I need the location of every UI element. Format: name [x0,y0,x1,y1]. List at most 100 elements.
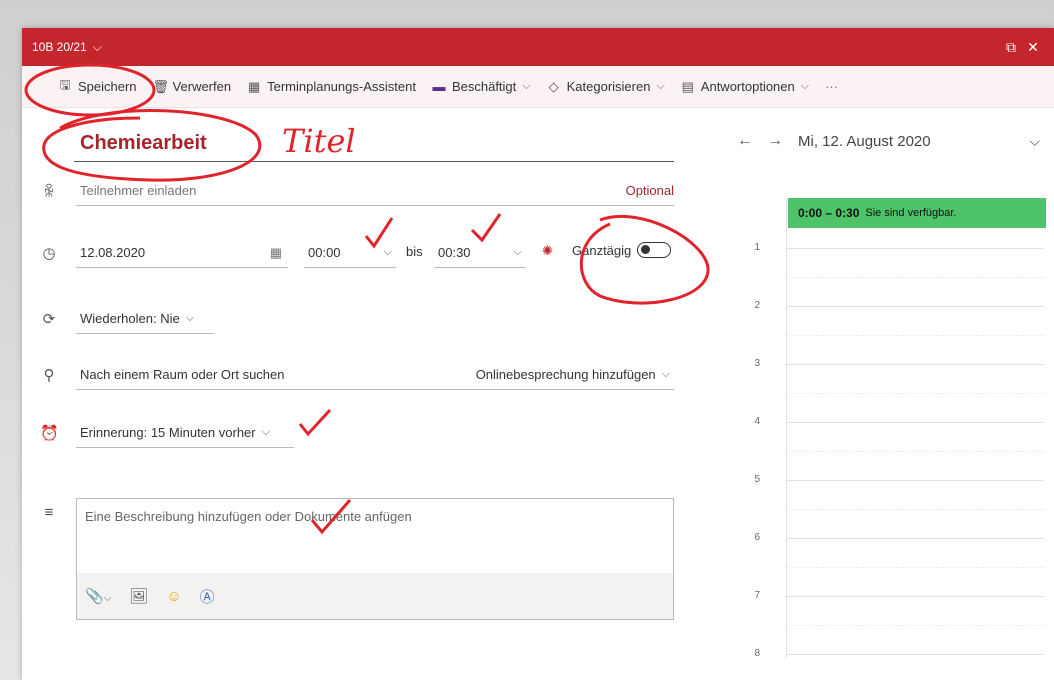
hour-label: 2 [754,300,760,311]
attendees-row: ꆜ Teilnehmer einladen Optional [22,176,682,206]
previous-day-arrow-icon[interactable]: ← [730,132,760,150]
hour-label: 1 [754,242,760,253]
chevron-down-icon: ⌵ [383,246,392,258]
chevron-down-icon: ⌵ [513,246,522,258]
to-label: bis [406,244,423,259]
start-date-picker[interactable]: 12.08.2020 ▦ [76,238,288,268]
reminder-dropdown[interactable]: Erinnerung: 15 Minuten vorher ⌵ [76,418,294,448]
start-time-select[interactable]: 00:00 ⌵ [304,238,396,268]
title-bar: 10B 20/21 ⌵ ⧉ ✕ [22,28,1054,66]
calendar-name: 10B 20/21 [32,40,87,54]
hour-line [786,248,1044,249]
description-editor[interactable]: Eine Beschreibung hinzufügen oder Dokume… [76,498,674,620]
more-options-button[interactable]: ··· [825,79,838,94]
all-day-label: Ganztägig [572,242,632,258]
hour-label: 3 [754,358,760,369]
scheduling-label: Terminplanungs-Assistent [267,79,416,94]
online-meeting-label: Onlinebesprechung hinzufügen [475,367,656,382]
half-hour-line [786,277,1044,278]
save-label: Speichern [78,79,137,94]
hour-line [786,422,1044,423]
categorize-dropdown[interactable]: ◇ Kategorisieren ⌵ [547,79,665,95]
calendar-date: Mi, 12. August 2020 [798,132,931,150]
response-options-dropdown[interactable]: ▤ Antwortoptionen ⌵ [681,79,809,95]
location-input[interactable]: Nach einem Raum oder Ort suchen Onlinebe… [76,360,674,390]
event-editor-window: 10B 20/21 ⌵ ⧉ ✕ 🖫 Speichern 🗑 Verwerfen ▦ T… [22,28,1054,680]
time-zone-icon[interactable]: ✺ [542,243,553,259]
next-day-arrow-icon[interactable]: → [760,132,790,150]
attendees-input[interactable]: Teilnehmer einladen Optional [76,176,674,206]
description-placeholder: Eine Beschreibung hinzufügen oder Dokume… [85,509,412,524]
busy-label: Beschäftigt [451,79,517,94]
repeat-row: ⟳ Wiederholen: Nie ⌵ [22,304,682,334]
event-status: Sie sind verfügbar. [865,207,957,219]
hour-label: 4 [754,416,760,427]
day-calendar-pane: ← → Mi, 12. August 2020 ⌵ 0:00 – 0:30 Si… [730,108,1054,680]
start-date-value: 12.08.2020 [80,245,146,260]
event-form: Chemiearbeit ꆜ Teilnehmer einladen Optio… [22,108,712,680]
online-meeting-dropdown[interactable]: Onlinebesprechung hinzufügen ⌵ [476,367,670,382]
hour-line [786,364,1044,365]
hour-line [786,306,1044,307]
command-bar: 🖫 Speichern 🗑 Verwerfen ▦ Terminplanungs-As… [22,66,1054,108]
busy-status-icon: ▬ [432,79,446,94]
hour-label: 6 [754,532,760,543]
more-icon: ··· [825,79,839,94]
repeat-dropdown[interactable]: Wiederholen: Nie ⌵ [76,304,214,334]
calendar-edit-icon: ▦ [247,78,261,94]
toggle-switch[interactable] [637,242,672,258]
half-hour-line [786,567,1044,568]
popout-icon[interactable]: ⧉ [1000,36,1022,58]
chevron-down-icon: ⌵ [261,426,270,438]
hour-line [786,538,1044,539]
location-row: ⚲ Nach einem Raum oder Ort suchen Online… [22,360,682,390]
chevron-down-icon: ⌵ [661,368,670,380]
alarm-clock-icon: ⏰ [40,425,59,442]
end-time-select[interactable]: 00:30 ⌵ [434,238,526,268]
half-hour-line [786,393,1044,394]
all-day-toggle[interactable]: Ganztägig [572,242,672,258]
event-title-value: Chemiearbeit [80,132,207,154]
event-title-input[interactable]: Chemiearbeit [74,126,674,162]
half-hour-line [786,335,1044,336]
hour-line [786,480,1044,481]
end-time-value: 00:30 [438,245,471,260]
scheduling-assistant-button[interactable]: ▦ Terminplanungs-Assistent [247,79,416,95]
chevron-down-icon: ⌵ [185,312,195,324]
half-hour-line [786,509,1044,510]
chevron-down-icon[interactable]: ⌵ [1029,133,1040,150]
reminder-value: Erinnerung: 15 Minuten vorher [80,425,256,440]
attach-icon[interactable]: 📎⌵ [85,587,111,605]
trash-icon: 🗑 [152,78,170,94]
text-lines-icon: ≡ [44,504,54,521]
description-toolbar: 📎⌵ 🖼 ☺ Ⓐ [77,573,673,619]
categorize-label: Kategorisieren [566,79,651,94]
event-time: 0:00 – 0:30 [798,206,860,220]
hour-line [786,596,1044,597]
hour-label: 5 [754,474,760,485]
attendees-placeholder: Teilnehmer einladen [80,183,197,198]
emoji-icon[interactable]: ☺ [166,588,181,605]
close-icon[interactable]: ✕ [1022,36,1044,58]
optional-link[interactable]: Optional [626,183,674,198]
hour-line [786,654,1044,655]
chevron-down-icon: ⌵ [92,39,102,54]
availability-event[interactable]: 0:00 – 0:30 Sie sind verfügbar. [788,198,1046,228]
half-hour-line [786,451,1044,452]
screen: 10B 20/21 ⌵ ⧉ ✕ 🖫 Speichern 🗑 Verwerfen ▦ T… [0,0,1054,680]
calendar-selector[interactable]: 10B 20/21 ⌵ [32,40,102,55]
save-button[interactable]: 🖫 Speichern [58,76,137,98]
start-time-value: 00:00 [308,245,341,260]
hour-label: 7 [754,590,760,601]
discard-label: Verwerfen [172,79,232,94]
location-placeholder: Nach einem Raum oder Ort suchen [80,367,285,382]
half-hour-line [786,625,1044,626]
image-icon[interactable]: 🖼 [129,587,148,605]
hour-label: 8 [754,648,760,659]
format-text-icon[interactable]: Ⓐ [200,586,215,607]
reminder-row: ⏰ Erinnerung: 15 Minuten vorher ⌵ [22,418,682,448]
discard-button[interactable]: 🗑 Verwerfen [153,79,232,95]
tag-icon: ◇ [548,78,559,94]
busy-dropdown[interactable]: ▬ Beschäftigt ⌵ [432,79,530,94]
chevron-down-icon: ⌵ [656,80,665,92]
